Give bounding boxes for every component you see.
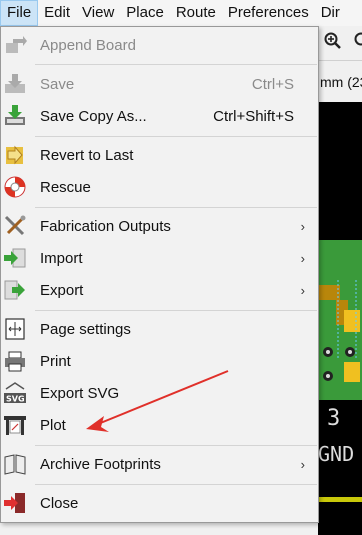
units-status: mm (23 (318, 62, 362, 102)
plot-icon (4, 416, 26, 435)
menu-item-shortcut: Ctrl+S (251, 75, 294, 93)
printer-icon (5, 351, 25, 372)
zoom-in-icon[interactable] (324, 32, 342, 50)
submenu-arrow-icon: › (300, 456, 305, 472)
menu-item-label: Page settings (40, 320, 131, 338)
menu-item-save-copy-as[interactable]: Save Copy As... Ctrl+Shift+S (1, 101, 318, 131)
save-copy-icon (5, 105, 25, 125)
menu-item-export-svg[interactable]: SVG Export SVG (1, 378, 318, 408)
menu-item-shortcut: Ctrl+Shift+S (213, 107, 294, 125)
rescue-lifebuoy-icon (4, 176, 26, 198)
menu-item-label: Archive Footprints (40, 455, 161, 473)
fabrication-tools-icon (4, 215, 26, 236)
pcb-canvas[interactable]: 3 GND (318, 102, 362, 535)
menu-item-export[interactable]: Export › (1, 275, 318, 305)
menu-separator (35, 64, 317, 65)
page-settings-icon (5, 318, 25, 340)
menu-item-label: Fabrication Outputs (40, 217, 171, 235)
save-icon (5, 74, 25, 93)
menu-separator (35, 136, 317, 137)
append-board-icon (6, 36, 27, 53)
menu-item-save[interactable]: Save Ctrl+S (1, 69, 318, 99)
menu-item-rescue[interactable]: Rescue (1, 172, 318, 202)
menu-item-label: Export (40, 281, 84, 299)
revert-icon (6, 145, 23, 165)
menu-separator (35, 207, 317, 208)
menu-item-label: Export SVG (40, 384, 120, 402)
menu-route[interactable]: Route (170, 0, 222, 26)
menu-file[interactable]: File (0, 0, 39, 26)
menu-item-revert[interactable]: Revert to Last (1, 140, 318, 170)
menu-item-append-board[interactable]: Append Board (1, 30, 318, 60)
menu-item-import[interactable]: Import › (1, 243, 318, 273)
exit-door-icon (4, 493, 25, 513)
svg-export-icon: SVG (4, 382, 26, 404)
menu-item-label: Plot (40, 416, 66, 434)
menu-item-label: Revert to Last (40, 146, 134, 164)
menu-item-label: Rescue (40, 178, 91, 196)
menu-item-label: Save (40, 75, 75, 93)
menu-item-label: Append Board (40, 36, 136, 54)
menu-item-archive-footprints[interactable]: Archive Footprints › (1, 449, 318, 479)
submenu-arrow-icon: › (300, 218, 305, 234)
menu-item-plot[interactable]: Plot (1, 410, 318, 440)
menu-item-label: Close (40, 494, 79, 512)
import-icon (4, 248, 26, 268)
menu-place[interactable]: Place (120, 0, 170, 26)
zoom-out-icon[interactable] (354, 32, 362, 50)
export-icon (4, 280, 25, 300)
silkscreen-pin-number: 3 (327, 406, 341, 431)
menu-item-page-settings[interactable]: Page settings (1, 314, 318, 344)
menu-edit[interactable]: Edit (38, 0, 76, 26)
menu-view[interactable]: View (76, 0, 120, 26)
menu-item-print[interactable]: Print (1, 346, 318, 376)
menu-item-close[interactable]: Close (1, 488, 318, 518)
menu-preferences[interactable]: Preferences (222, 0, 315, 26)
menu-dir[interactable]: Dir (315, 0, 346, 26)
silkscreen-net-label: GND (318, 442, 355, 466)
book-icon (4, 454, 26, 475)
menu-item-label: Print (40, 352, 71, 370)
menu-separator (35, 484, 317, 485)
menu-bar: File Edit View Place Route Preferences D… (0, 0, 362, 26)
menu-item-fabrication-outputs[interactable]: Fabrication Outputs › (1, 211, 318, 241)
file-menu-dropdown: Append Board Save Ctrl+S Save Copy As...… (0, 26, 319, 523)
menu-item-label: Import (40, 249, 83, 267)
menu-separator (35, 310, 317, 311)
submenu-arrow-icon: › (300, 250, 305, 266)
menu-item-label: Save Copy As... (40, 107, 147, 125)
svg-text:SVG: SVG (6, 395, 25, 404)
board-outside (318, 502, 362, 535)
menu-separator (35, 445, 317, 446)
submenu-arrow-icon: › (300, 282, 305, 298)
